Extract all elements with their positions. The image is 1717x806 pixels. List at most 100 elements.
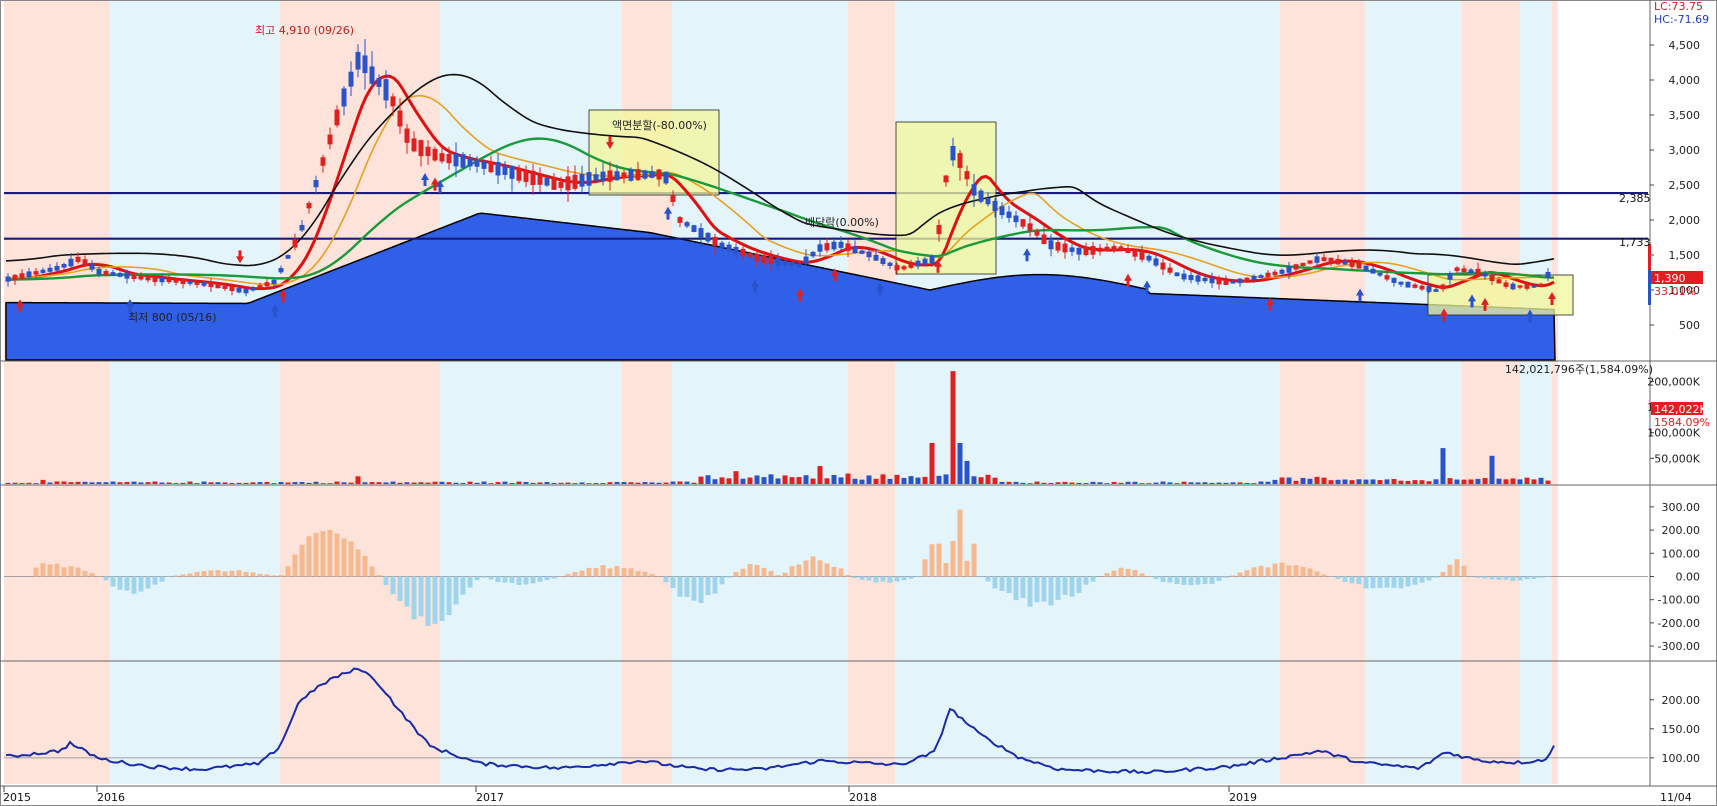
volume-bar-198: [1391, 478, 1397, 484]
candle-body-44: [313, 179, 319, 188]
candle-body-203: [1426, 286, 1432, 292]
oscillator-bar-0: [33, 567, 39, 577]
candle-body-120: [845, 243, 851, 252]
volume-bar-127: [894, 474, 900, 484]
candle-body-126: [887, 262, 893, 266]
oscillator-bar-3: [54, 563, 60, 577]
oscillator-bar-66: [495, 576, 501, 582]
y-axis: 4,5004,0003,5003,0002,5002,0001,5001,000…: [1647, 39, 1700, 765]
oscillator-bar-45: [348, 541, 354, 577]
candle-body-141: [992, 200, 998, 212]
candle-body-87: [614, 171, 620, 181]
candle-body-177: [1244, 277, 1250, 282]
volume-bar-58: [411, 482, 417, 484]
candle-body-197: [1384, 275, 1390, 280]
oscillator-bar-28: [229, 570, 235, 577]
oscillator-bar-113: [824, 563, 830, 577]
volume-bar-65: [460, 483, 466, 484]
volume-bar-186: [1307, 478, 1313, 484]
volume-bar-102: [719, 477, 725, 484]
candle-body-154: [1083, 246, 1089, 256]
oscillator-bar-155: [1118, 567, 1124, 577]
volume-bar-46: [327, 483, 333, 484]
oscillator-bar-177: [1272, 563, 1278, 577]
oscillator-bar-139: [1006, 576, 1012, 594]
oscillator-bar-19: [166, 576, 172, 578]
oscillator-bar-62: [467, 576, 473, 588]
oscillator-bar-111: [810, 556, 816, 577]
volume-bar-39: [278, 482, 284, 484]
volume-bar-10: [75, 481, 81, 484]
volume-bar-199: [1398, 480, 1404, 484]
oscillator-bar-196: [1405, 576, 1411, 587]
candle-body-211: [1482, 273, 1488, 277]
volume-bar-124: [873, 478, 879, 484]
candle-body-62: [439, 153, 445, 162]
oscillator-bar-131: [950, 541, 956, 577]
volume-bar-95: [670, 481, 676, 484]
oscillator-bar-137: [992, 576, 998, 589]
oscillator-bar-25: [208, 570, 214, 577]
oscillator-bar-114: [831, 566, 837, 577]
candle-body-199: [1398, 281, 1404, 285]
volume-bar-217: [1524, 477, 1530, 484]
candle-body-64: [453, 153, 459, 167]
oscillator-bar-120: [873, 576, 879, 583]
candle-body-91: [642, 170, 648, 179]
volume-bar-185: [1300, 477, 1306, 484]
candle-body-103: [726, 244, 732, 251]
axis-label-0-6: 1,500: [1669, 249, 1701, 262]
oscillator-bar-74: [551, 576, 557, 579]
split-annotation: 액면분할(-80.00%): [612, 119, 707, 132]
candle-body-40: [285, 255, 291, 259]
oscillator-bar-202: [1447, 564, 1453, 577]
volume-bar-20: [145, 482, 151, 484]
oscillator-bar-144: [1041, 576, 1047, 602]
candle-body-72: [509, 165, 515, 179]
volume-bar-45: [320, 483, 326, 484]
volume-bar-129: [908, 476, 914, 484]
candle-body-161: [1132, 249, 1138, 257]
candle-body-201: [1412, 284, 1418, 288]
candle-body-128: [901, 266, 907, 270]
candle-body-111: [782, 260, 788, 266]
candle-body-45: [320, 157, 326, 166]
oscillator-bar-72: [537, 576, 543, 582]
volume-bar-155: [1090, 481, 1096, 484]
oscillator-bar-90: [663, 576, 669, 583]
oscillator-bar-174: [1251, 567, 1257, 577]
candle-body-143: [1006, 211, 1012, 218]
volume-bar-211: [1482, 478, 1488, 484]
oscillator-bar-181: [1300, 566, 1306, 577]
volume-bar-16: [117, 482, 123, 484]
volume-bar-103: [726, 478, 732, 484]
candle-body-179: [1258, 275, 1264, 278]
candle-body-127: [894, 264, 900, 271]
volume-bar-194: [1363, 479, 1369, 484]
volume-bar-213: [1496, 478, 1502, 484]
volume-bar-35: [250, 482, 256, 484]
oscillator-bar-182: [1307, 568, 1313, 577]
volume-bar-83: [586, 483, 592, 484]
volume-bar-38: [271, 483, 277, 484]
candle-body-206: [1447, 273, 1453, 280]
volume-bar-191: [1342, 479, 1348, 484]
volume-bar-214: [1503, 479, 1509, 484]
volume-bar-68: [481, 481, 487, 484]
oscillator-bar-57: [432, 576, 438, 624]
volume-bar-6: [47, 482, 53, 484]
oscillator-bar-179: [1286, 565, 1292, 577]
axis-label-0-8: 500: [1679, 319, 1700, 332]
candle-body-107: [754, 253, 760, 262]
volume-bar-84: [593, 483, 599, 484]
volume-bar-108: [761, 477, 767, 484]
volume-bar-19: [138, 482, 144, 484]
oscillator-bar-127: [922, 559, 928, 577]
volume-bar-123: [866, 475, 872, 484]
oscillator-bar-162: [1167, 576, 1173, 583]
candle-body-37: [264, 282, 270, 287]
x-label-2016: 2016: [97, 791, 125, 804]
volume-bar-182: [1279, 477, 1285, 484]
candle-body-208: [1461, 268, 1467, 273]
volume-bar-172: [1209, 482, 1215, 484]
